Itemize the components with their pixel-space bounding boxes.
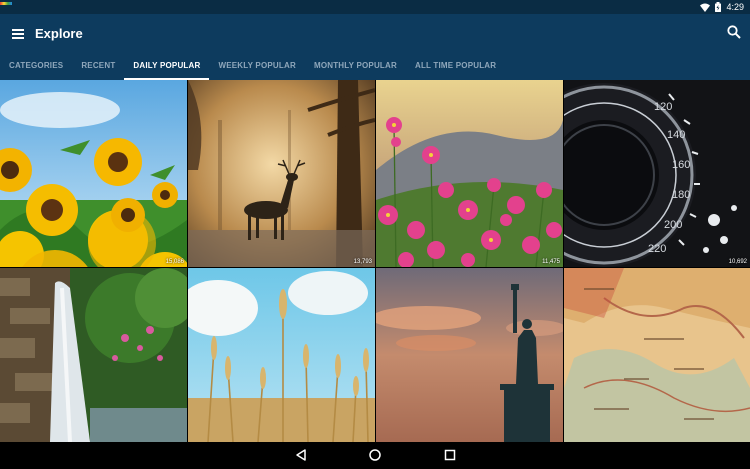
wallpaper-tile-deer[interactable]: 13,793 (188, 80, 375, 267)
wallpaper-tile-statue-of-liberty[interactable] (376, 268, 563, 442)
search-icon[interactable] (726, 24, 742, 40)
wallpaper-tile-waterfall[interactable] (0, 268, 187, 442)
wallpaper-grid: 15,086 13,793 11,475 120 140 160 180 200… (0, 80, 750, 442)
pink-flowers-image (376, 80, 563, 267)
page-title: Explore (35, 26, 83, 41)
tab-weekly-popular[interactable]: WEEKLY POPULAR (209, 56, 304, 80)
wallpaper-tile-pink-flowers[interactable]: 11,475 (376, 80, 563, 267)
wallpaper-tile-sunflowers[interactable]: 15,086 (0, 80, 187, 267)
waterfall-image (0, 268, 187, 442)
svg-text:220: 220 (648, 243, 666, 255)
tab-all-time-popular[interactable]: ALL TIME POPULAR (406, 56, 505, 80)
tab-recent[interactable]: RECENT (72, 56, 124, 80)
tab-categories[interactable]: CATEGORIES (0, 56, 72, 80)
download-count: 15,086 (165, 259, 184, 265)
download-count: 10,692 (728, 259, 747, 265)
svg-text:160: 160 (672, 159, 690, 171)
tab-bar: CATEGORIES RECENT DAILY POPULAR WEEKLY P… (0, 56, 505, 80)
tab-monthly-popular[interactable]: MONTHLY POPULAR (305, 56, 406, 80)
home-icon[interactable] (368, 448, 382, 462)
download-count: 11,475 (542, 259, 560, 265)
sunflowers-image (0, 80, 187, 267)
wallpaper-tile-speedometer[interactable]: 120 140 160 180 200 220 10,692 (564, 80, 750, 267)
app-bar: Explore CATEGORIES RECENT DAILY POPULAR … (0, 14, 750, 80)
statue-of-liberty-image (376, 268, 563, 442)
status-time: 4:29 (726, 2, 744, 12)
tab-daily-popular[interactable]: DAILY POPULAR (124, 56, 210, 80)
wifi-icon (700, 3, 711, 12)
status-bar: 4:29 (0, 0, 750, 14)
svg-text:140: 140 (667, 129, 685, 141)
svg-text:120: 120 (654, 101, 672, 113)
deer-image (188, 80, 375, 267)
recents-icon[interactable] (443, 448, 457, 462)
wallpaper-tile-vintage-map[interactable] (564, 268, 750, 442)
menu-icon[interactable] (9, 24, 29, 44)
wheat-image (188, 268, 375, 442)
navigation-bar (0, 442, 750, 469)
svg-text:180: 180 (672, 189, 690, 201)
notification-indicator (0, 2, 12, 5)
svg-text:200: 200 (664, 219, 682, 231)
download-count: 13,793 (353, 259, 372, 265)
wallpaper-tile-wheat[interactable] (188, 268, 375, 442)
vintage-map-image (564, 268, 750, 442)
speedometer-image: 120 140 160 180 200 220 (564, 80, 750, 267)
battery-icon (715, 2, 722, 12)
back-icon[interactable] (294, 448, 308, 462)
